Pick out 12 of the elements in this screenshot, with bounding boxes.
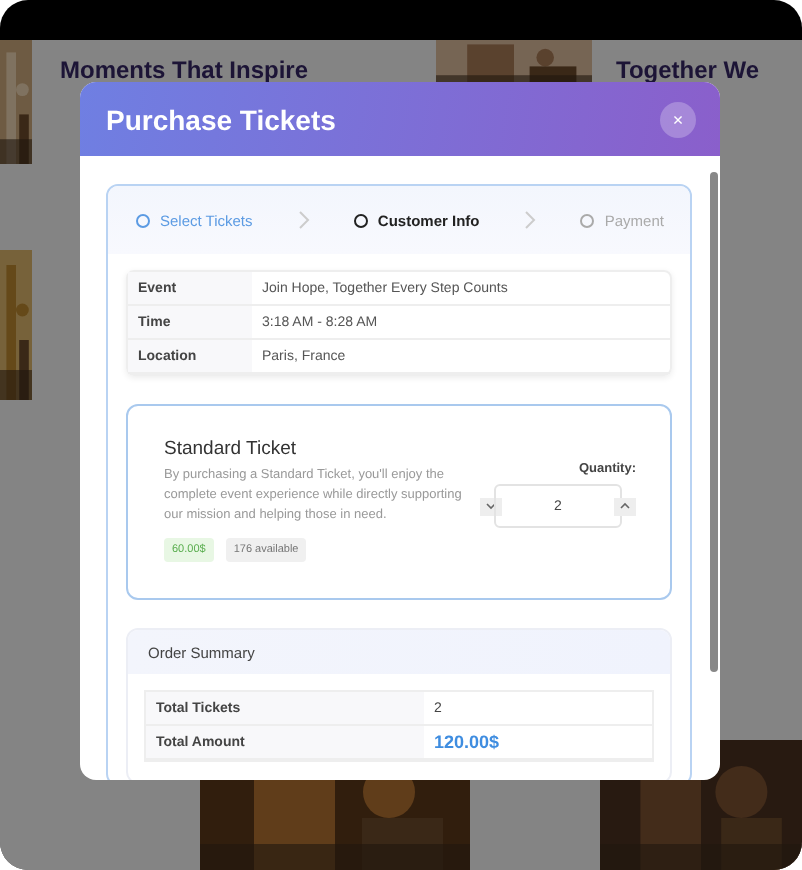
card-title: Together We (616, 56, 762, 84)
dialog-title: Purchase Tickets (106, 103, 336, 135)
chevron-down-icon (486, 502, 496, 510)
ticket-name: Standard Ticket (164, 438, 299, 460)
decrease-button[interactable] (480, 497, 502, 515)
chevron-right-icon (297, 210, 310, 230)
chevron-up-icon (620, 502, 630, 510)
increase-button[interactable] (614, 497, 636, 515)
chevron-right-icon (524, 210, 537, 230)
summary-value: 120.00$ (424, 726, 652, 760)
card-title: Moments That Inspire (60, 56, 311, 84)
close-button[interactable]: × (660, 101, 696, 137)
